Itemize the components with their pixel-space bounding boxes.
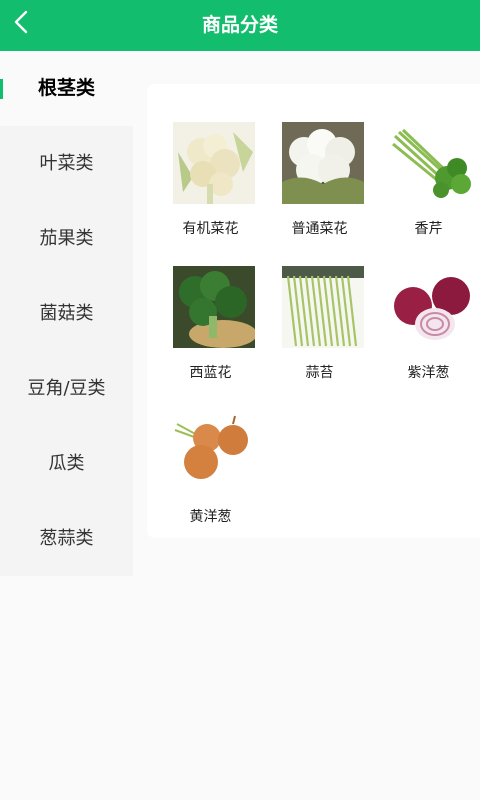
active-indicator	[0, 79, 3, 99]
product-card-yellow-onion[interactable]: 黄洋葱	[156, 410, 265, 540]
sidebar-item-label: 茄果类	[39, 228, 94, 249]
cauliflower-image	[173, 122, 255, 204]
product-name: 蒜苔	[305, 365, 334, 381]
sidebar-item-alliums[interactable]: 葱蒜类	[0, 501, 133, 576]
garlic-scape-image	[282, 266, 364, 348]
sidebar-item-label: 豆角/豆类	[27, 378, 106, 399]
sidebar-item-label: 瓜类	[48, 453, 85, 474]
cauliflower-image	[282, 122, 364, 204]
page-title: 商品分类	[201, 14, 278, 36]
sidebar-item-beans[interactable]: 豆角/豆类	[0, 351, 133, 426]
app-header: 商品分类	[0, 0, 480, 51]
product-name: 黄洋葱	[189, 509, 232, 525]
product-card-garlic-scape[interactable]: 蒜苔	[265, 266, 374, 396]
product-card-celery[interactable]: 香芹	[374, 122, 480, 252]
category-sidebar: 根茎类 叶菜类 茄果类 菌菇类 豆角/豆类 瓜类 葱蒜类	[0, 51, 133, 576]
product-card-broccoli[interactable]: 西蓝花	[156, 266, 265, 396]
sidebar-item-mushrooms[interactable]: 菌菇类	[0, 276, 133, 351]
product-name: 有机菜花	[182, 221, 239, 237]
product-grid: 有机菜花 普通菜花 香芹 西蓝花 蒜苔 紫洋葱 黄洋葱	[147, 84, 480, 538]
product-name: 香芹	[414, 221, 443, 237]
product-card-organic-cauliflower[interactable]: 有机菜花	[156, 122, 265, 252]
sidebar-item-label: 葱蒜类	[39, 528, 94, 549]
sidebar-item-leafy-vegetables[interactable]: 叶菜类	[0, 126, 133, 201]
sidebar-item-label: 菌菇类	[39, 303, 94, 324]
sidebar-item-label: 根茎类	[37, 77, 95, 99]
sidebar-item-gourds[interactable]: 瓜类	[0, 426, 133, 501]
celery-image	[391, 122, 473, 204]
sidebar-item-root-vegetables[interactable]: 根茎类	[0, 51, 133, 126]
yellow-onion-image	[173, 410, 255, 492]
product-name: 紫洋葱	[407, 365, 450, 381]
product-name: 普通菜花	[291, 221, 348, 237]
broccoli-image	[173, 266, 255, 348]
red-onion-image	[391, 266, 473, 348]
product-card-red-onion[interactable]: 紫洋葱	[374, 266, 480, 396]
sidebar-item-solanaceous[interactable]: 茄果类	[0, 201, 133, 276]
sidebar-item-label: 叶菜类	[39, 153, 94, 174]
product-card-cauliflower[interactable]: 普通菜花	[265, 122, 374, 252]
product-name: 西蓝花	[189, 365, 232, 381]
